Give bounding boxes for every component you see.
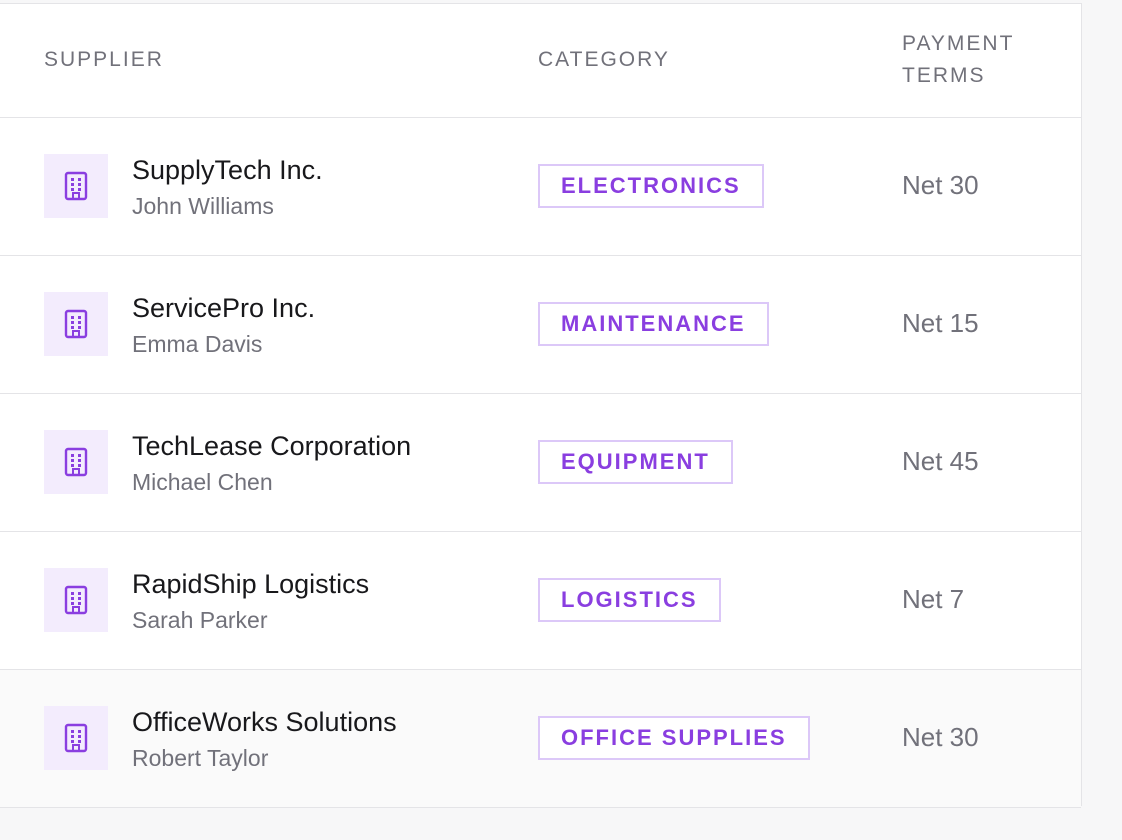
supplier-contact: Robert Taylor — [132, 745, 269, 771]
building-icon — [44, 292, 108, 356]
category-badge: ELECTRONICS — [538, 164, 764, 208]
supplier-name[interactable]: RapidShip Logistics — [132, 567, 369, 601]
payment-terms: Net 30 — [902, 722, 979, 752]
table-row[interactable]: ServicePro Inc. Emma Davis MAINTENANCE N… — [0, 256, 1081, 394]
table-header: SUPPLIER CATEGORY PAYMENT TERMS — [0, 4, 1081, 118]
category-badge: EQUIPMENT — [538, 440, 733, 484]
supplier-contact: Emma Davis — [132, 331, 263, 357]
column-header-payment-terms[interactable]: PAYMENT TERMS — [902, 28, 1072, 92]
building-icon — [44, 430, 108, 494]
building-icon — [44, 154, 108, 218]
table-row[interactable]: RapidShip Logistics Sarah Parker LOGISTI… — [0, 532, 1081, 670]
table-row[interactable]: SupplyTech Inc. John Williams ELECTRONIC… — [0, 118, 1081, 256]
category-badge: MAINTENANCE — [538, 302, 769, 346]
building-icon — [44, 706, 108, 770]
supplier-contact: John Williams — [132, 193, 274, 219]
table-row[interactable]: OfficeWorks Solutions Robert Taylor OFFI… — [0, 670, 1081, 808]
column-header-category[interactable]: CATEGORY — [538, 44, 670, 76]
supplier-table: SUPPLIER CATEGORY PAYMENT TERMS SupplyTe… — [0, 3, 1082, 808]
supplier-contact: Michael Chen — [132, 469, 273, 495]
payment-terms: Net 45 — [902, 446, 979, 476]
building-icon — [44, 568, 108, 632]
supplier-name[interactable]: OfficeWorks Solutions — [132, 705, 397, 739]
table-row[interactable]: TechLease Corporation Michael Chen EQUIP… — [0, 394, 1081, 532]
payment-terms: Net 7 — [902, 584, 965, 614]
supplier-contact: Sarah Parker — [132, 607, 268, 633]
payment-terms: Net 30 — [902, 170, 979, 200]
supplier-name[interactable]: SupplyTech Inc. — [132, 153, 323, 187]
category-badge: OFFICE SUPPLIES — [538, 716, 810, 760]
supplier-name[interactable]: TechLease Corporation — [132, 429, 411, 463]
category-badge: LOGISTICS — [538, 578, 721, 622]
payment-terms: Net 15 — [902, 308, 979, 338]
supplier-name[interactable]: ServicePro Inc. — [132, 291, 315, 325]
column-header-supplier[interactable]: SUPPLIER — [44, 44, 164, 76]
